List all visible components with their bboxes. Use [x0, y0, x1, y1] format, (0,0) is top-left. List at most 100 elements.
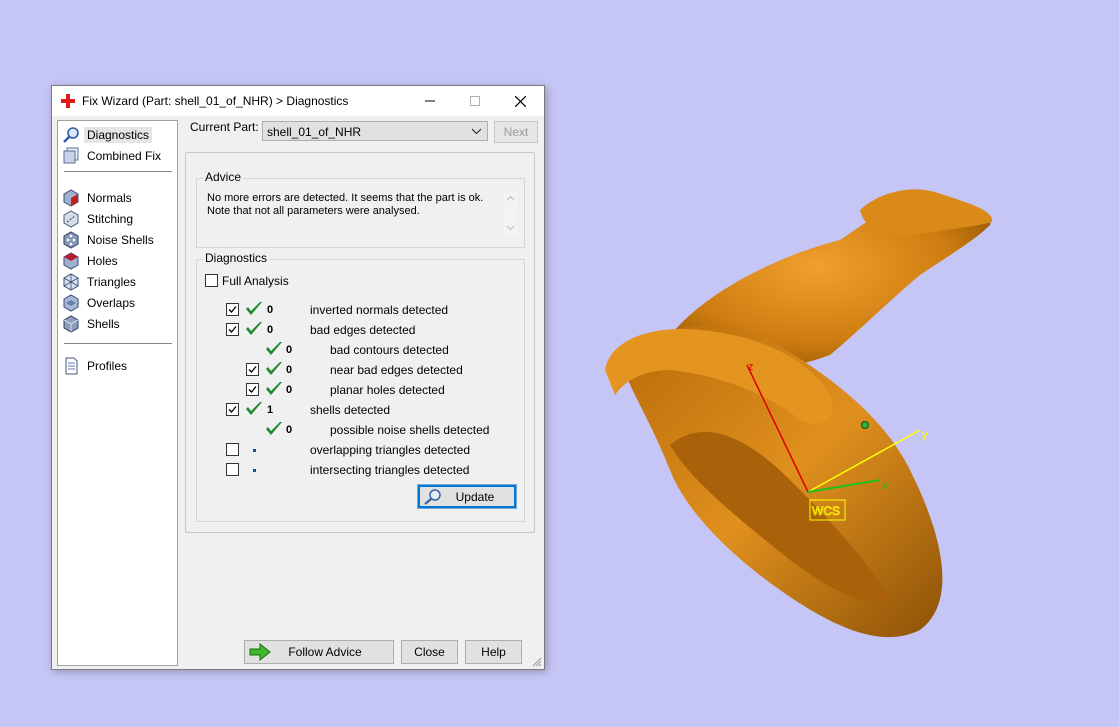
intersecting-triangles-label: intersecting triangles detected: [310, 463, 470, 477]
check-icon: [266, 362, 282, 375]
full-analysis-checkbox[interactable]: [205, 274, 218, 287]
current-part-dropdown[interactable]: shell_01_of_NHR: [262, 121, 488, 141]
planar-holes-label: planar holes detected: [330, 383, 445, 397]
sidebar-item-profiles[interactable]: Profiles: [62, 356, 172, 375]
advice-line: Note that not all parameters were analys…: [207, 205, 420, 217]
advice-group: Advice No more errors are detected. It s…: [196, 170, 525, 248]
update-label: Update: [455, 489, 495, 504]
planar-holes-checkbox[interactable]: [246, 383, 259, 396]
advice-line: No more errors are detected. It seems th…: [207, 192, 484, 204]
chevron-down-icon: [506, 225, 515, 231]
noise-shells-count: 0: [286, 424, 293, 436]
sidebar-item-label: Combined Fix: [87, 148, 162, 163]
minimize-button[interactable]: [407, 86, 452, 116]
bad-edges-count: 0: [267, 324, 274, 336]
sidebar-item-label: Stitching: [87, 211, 134, 226]
maximize-icon: [469, 96, 480, 106]
pivot-point[interactable]: [861, 421, 869, 429]
chevron-up-icon: [506, 195, 515, 201]
document-icon: [65, 357, 78, 374]
pending-indicator: [253, 469, 256, 472]
diagnostics-legend: Diagnostics: [203, 251, 270, 265]
stitch-icon: [63, 209, 79, 228]
maximize-button[interactable]: [452, 86, 497, 116]
shells-count: 1: [267, 404, 274, 416]
pending-indicator: [253, 449, 256, 452]
wizard-sidebar: Diagnostics Combined Fix Normals Stitchi…: [57, 120, 178, 666]
sidebar-item-label: Profiles: [87, 358, 128, 373]
advice-legend: Advice: [203, 170, 244, 184]
sidebar-item-label: Noise Shells: [87, 232, 154, 247]
sidebar-item-label: Diagnostics: [84, 126, 153, 143]
title-bar[interactable]: Fix Wizard (Part: shell_01_of_NHR) > Dia…: [52, 86, 544, 116]
check-icon: [246, 322, 262, 335]
diagnostics-panel: Advice No more errors are detected. It s…: [185, 152, 535, 533]
sidebar-divider: [64, 343, 172, 344]
near-bad-edges-checkbox[interactable]: [246, 363, 259, 376]
sidebar-item-overlaps[interactable]: Overlaps: [62, 293, 172, 312]
planar-holes-count: 0: [286, 384, 293, 396]
shells-label: shells detected: [310, 403, 391, 417]
sidebar-divider: [64, 171, 172, 172]
sidebar-item-label: Normals: [87, 190, 132, 205]
sidebar-item-combined-fix[interactable]: Combined Fix: [62, 146, 172, 165]
red-cross-icon: [61, 94, 75, 108]
sidebar-item-triangles[interactable]: Triangles: [62, 272, 172, 291]
check-icon: [246, 302, 262, 315]
noise-shells-label: possible noise shells detected: [330, 423, 490, 437]
x-axis-label: x: [882, 478, 888, 492]
full-analysis-label: Full Analysis: [222, 274, 289, 288]
check-icon: [266, 342, 282, 355]
sidebar-item-shells[interactable]: Shells: [62, 314, 172, 333]
inverted-normals-label: inverted normals detected: [310, 303, 449, 317]
inverted-normals-checkbox[interactable]: [226, 303, 239, 316]
update-button[interactable]: Update: [417, 484, 517, 509]
sidebar-item-noise-shells[interactable]: Noise Shells: [62, 230, 172, 249]
sidebar-item-label: Holes: [87, 253, 118, 268]
sidebar-item-normals[interactable]: Normals: [62, 188, 172, 207]
intersecting-triangles-checkbox[interactable]: [226, 463, 239, 476]
advice-scrollbar[interactable]: [503, 191, 518, 235]
near-bad-edges-label: near bad edges detected: [330, 363, 463, 377]
shell-cube-icon: [63, 314, 79, 333]
resize-grip-icon[interactable]: [532, 657, 542, 667]
sidebar-item-holes[interactable]: Holes: [62, 251, 172, 270]
shells-checkbox[interactable]: [226, 403, 239, 416]
sidebar-item-stitching[interactable]: Stitching: [62, 209, 172, 228]
arrow-right-icon: [249, 643, 271, 661]
bad-contours-label: bad contours detected: [330, 343, 449, 357]
dice-icon: [63, 230, 79, 249]
magnifier-icon: [63, 126, 79, 143]
bad-edges-checkbox[interactable]: [226, 323, 239, 336]
sidebar-item-label: Shells: [87, 316, 120, 331]
help-button[interactable]: Help: [465, 640, 522, 664]
close-button[interactable]: Close: [401, 640, 458, 664]
cube-red-face-icon: [63, 188, 79, 207]
y-axis-label: y: [922, 427, 928, 441]
check-icon: [246, 402, 262, 415]
bad-edges-label: bad edges detected: [310, 323, 416, 337]
diagnostics-group: Diagnostics Full Analysis 0 inverted nor…: [196, 251, 525, 522]
follow-advice-label: Follow Advice: [288, 645, 362, 659]
sidebar-item-diagnostics[interactable]: Diagnostics: [62, 125, 172, 144]
follow-advice-button[interactable]: Follow Advice: [244, 640, 394, 664]
inverted-normals-count: 0: [267, 304, 274, 316]
close-icon: [515, 95, 526, 107]
ring-model[interactable]: z y x WCS: [590, 180, 1010, 650]
sidebar-item-label: Triangles: [87, 274, 136, 289]
check-icon: [266, 382, 282, 395]
current-part-value: shell_01_of_NHR: [267, 125, 362, 139]
close-window-button[interactable]: [498, 86, 543, 116]
overlapping-triangles-checkbox[interactable]: [226, 443, 239, 456]
overlap-cube-icon: [63, 293, 79, 312]
wcs-label: WCS: [812, 504, 840, 518]
chevron-down-icon: [472, 128, 481, 135]
sidebar-item-label: Overlaps: [87, 295, 136, 310]
window-title: Fix Wizard (Part: shell_01_of_NHR) > Dia…: [82, 94, 349, 108]
bad-contours-count: 0: [286, 344, 293, 356]
next-button[interactable]: Next: [494, 121, 538, 143]
hole-cube-icon: [63, 251, 79, 270]
fix-wizard-dialog: Fix Wizard (Part: shell_01_of_NHR) > Dia…: [51, 85, 545, 670]
current-part-label: Current Part:: [190, 120, 259, 134]
near-bad-edges-count: 0: [286, 364, 293, 376]
